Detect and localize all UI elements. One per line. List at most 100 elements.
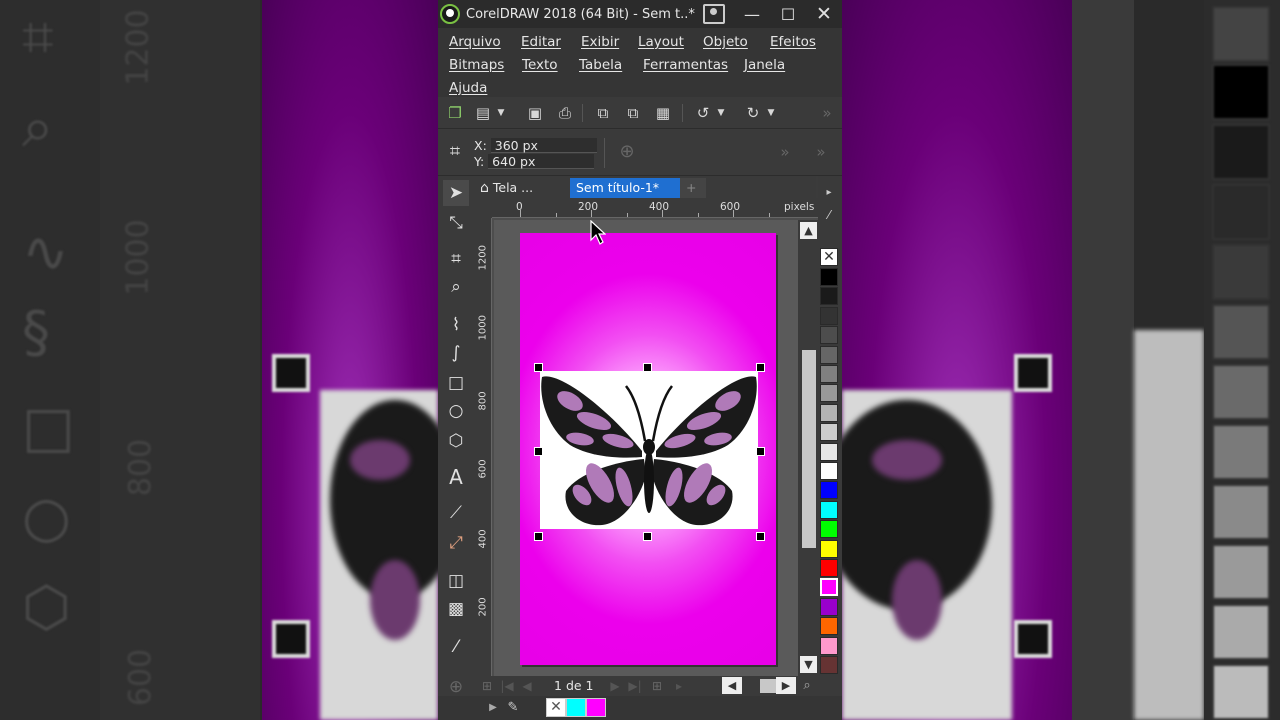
paste-icon[interactable]: ▦ bbox=[654, 104, 672, 122]
butterfly-image[interactable] bbox=[540, 371, 758, 529]
menu-janela[interactable]: Janela bbox=[744, 57, 785, 73]
color-swatch[interactable] bbox=[820, 306, 838, 325]
connector-tool-icon[interactable]: ⤢ bbox=[443, 530, 469, 556]
palette-scroll-icon[interactable]: ▸ bbox=[822, 184, 836, 202]
no-color-swatch[interactable]: ✕ bbox=[820, 248, 838, 266]
scroll-up-button[interactable]: ▲ bbox=[800, 222, 817, 239]
y-position-field[interactable]: 640 px bbox=[488, 154, 595, 169]
undo-icon[interactable]: ↺ bbox=[694, 104, 712, 122]
parallel-dimension-icon[interactable]: ⟋ bbox=[443, 500, 469, 526]
selection-handle-top[interactable] bbox=[643, 363, 652, 372]
artistic-media-icon[interactable]: ∫ bbox=[443, 340, 469, 366]
color-swatch[interactable] bbox=[820, 345, 838, 364]
transparency-tool-icon[interactable]: ▩ bbox=[443, 596, 469, 622]
copy-icon[interactable]: ⧉ bbox=[624, 104, 642, 122]
color-swatch[interactable] bbox=[820, 403, 838, 422]
chevron-down-icon[interactable]: ▼ bbox=[496, 104, 506, 122]
menu-tabela[interactable]: Tabela bbox=[579, 57, 643, 73]
prev-page-icon[interactable]: ◀ bbox=[518, 677, 536, 695]
color-swatch[interactable] bbox=[820, 423, 838, 442]
color-swatch[interactable] bbox=[820, 539, 838, 558]
menu-exibir[interactable]: Exibir bbox=[581, 34, 638, 50]
color-swatch[interactable] bbox=[820, 287, 838, 306]
menu-texto[interactable]: Texto bbox=[522, 57, 579, 73]
color-swatch[interactable] bbox=[820, 500, 838, 519]
scroll-thumb[interactable] bbox=[802, 350, 816, 548]
save-icon[interactable]: ▣ bbox=[526, 104, 544, 122]
menu-efeitos[interactable]: Efeitos bbox=[770, 34, 816, 50]
menu-ferramentas[interactable]: Ferramentas bbox=[643, 57, 744, 73]
eyedropper-icon[interactable]: ⁄ bbox=[822, 206, 836, 224]
menu-arquivo[interactable]: Arquivo bbox=[449, 34, 521, 50]
close-button[interactable]: ✕ bbox=[806, 0, 842, 28]
toolbar-overflow-icon[interactable]: » bbox=[818, 104, 836, 122]
new-document-icon[interactable]: ❐ bbox=[446, 104, 464, 122]
selection-handle-bottom-right[interactable] bbox=[756, 532, 765, 541]
menu-editar[interactable]: Editar bbox=[521, 34, 581, 50]
freehand-tool-icon[interactable]: ⌇ bbox=[443, 312, 469, 338]
shape-tool-icon[interactable]: ⤡ bbox=[443, 210, 469, 236]
selection-handle-bottom[interactable] bbox=[643, 532, 652, 541]
vertical-scrollbar[interactable]: ▲ ▼ bbox=[798, 220, 818, 676]
add-preset-icon[interactable]: ⊕ bbox=[618, 143, 636, 161]
color-swatch[interactable] bbox=[820, 326, 838, 345]
chevron-down-icon[interactable]: ▼ bbox=[716, 104, 726, 122]
minimize-button[interactable]: — bbox=[734, 0, 770, 28]
eyedropper-tool-icon[interactable]: ⁄ bbox=[443, 634, 469, 660]
next-page-icon[interactable]: ▶ bbox=[606, 677, 624, 695]
drop-shadow-icon[interactable]: ◫ bbox=[443, 568, 469, 594]
color-swatch[interactable] bbox=[820, 442, 838, 461]
scroll-right-button[interactable]: ▶ bbox=[776, 677, 796, 694]
user-account-icon[interactable] bbox=[702, 4, 725, 24]
color-swatch[interactable] bbox=[820, 384, 838, 403]
scroll-down-button[interactable]: ▼ bbox=[800, 656, 817, 673]
propbar-overflow-icon[interactable]: » bbox=[776, 143, 794, 161]
page-magenta-gradient[interactable] bbox=[520, 233, 776, 665]
selection-handle-bottom-left[interactable] bbox=[534, 532, 543, 541]
zoom-tool-icon[interactable]: ⌕ bbox=[443, 274, 469, 300]
open-folder-icon[interactable]: ▤ bbox=[474, 104, 492, 122]
color-swatch[interactable] bbox=[820, 559, 838, 577]
chevron-down-icon[interactable]: ▼ bbox=[766, 104, 776, 122]
tab-document[interactable]: Sem título-1* bbox=[570, 178, 680, 198]
color-swatch[interactable] bbox=[820, 617, 838, 636]
first-page-icon[interactable]: ⊞ bbox=[478, 677, 496, 695]
add-page-icon[interactable]: ⊞ bbox=[648, 677, 666, 695]
color-swatch[interactable] bbox=[820, 365, 838, 383]
object-origin-icon[interactable]: ⌗ bbox=[446, 143, 464, 161]
workspace[interactable] bbox=[494, 220, 798, 676]
fill-color-swatch-2[interactable] bbox=[586, 698, 606, 717]
first-page-button-icon[interactable]: |◀ bbox=[498, 677, 516, 695]
selection-handle-top-left[interactable] bbox=[534, 363, 543, 372]
menu-bitmaps[interactable]: Bitmaps bbox=[449, 57, 522, 73]
text-tool-icon[interactable]: A bbox=[443, 464, 469, 490]
last-page-icon[interactable]: ▶| bbox=[626, 677, 644, 695]
polygon-tool-icon[interactable]: ⬡ bbox=[443, 428, 469, 454]
cut-icon[interactable]: ⧉ bbox=[594, 104, 612, 122]
scroll-left-button[interactable]: ◀ bbox=[722, 677, 742, 694]
hscroll-left-arrow-icon[interactable]: ▸ bbox=[670, 677, 688, 695]
color-swatch[interactable] bbox=[820, 481, 838, 500]
pick-tool-icon[interactable]: ➤ bbox=[443, 180, 469, 206]
propbar-overflow-icon[interactable]: » bbox=[812, 143, 830, 161]
crop-tool-icon[interactable]: ⌗ bbox=[443, 246, 469, 272]
navigator-zoom-icon[interactable]: ⌕ bbox=[798, 677, 816, 695]
horizontal-ruler[interactable]: 0 200 400 600 pixels bbox=[492, 198, 818, 218]
tab-welcome[interactable]: ⌂ Tela ... bbox=[474, 178, 539, 198]
color-swatch[interactable] bbox=[820, 636, 838, 655]
outline-none-swatch[interactable]: ✕ bbox=[546, 698, 566, 717]
fill-color-swatch[interactable] bbox=[566, 698, 586, 717]
color-swatch[interactable] bbox=[820, 597, 838, 616]
color-swatch[interactable] bbox=[820, 656, 838, 674]
color-swatch[interactable] bbox=[820, 268, 838, 286]
add-tab-button[interactable]: + bbox=[680, 178, 706, 198]
selection-handle-top-right[interactable] bbox=[756, 363, 765, 372]
ellipse-tool-icon[interactable]: ○ bbox=[443, 398, 469, 424]
redo-icon[interactable]: ↻ bbox=[744, 104, 762, 122]
x-position-field[interactable]: 360 px bbox=[490, 138, 597, 153]
print-icon[interactable]: ⎙ bbox=[556, 104, 574, 122]
ruler-origin[interactable] bbox=[474, 198, 492, 218]
pen-icon[interactable]: ✎ bbox=[504, 699, 522, 717]
selection-handle-left[interactable] bbox=[534, 447, 543, 456]
menu-layout[interactable]: Layout bbox=[638, 34, 703, 50]
